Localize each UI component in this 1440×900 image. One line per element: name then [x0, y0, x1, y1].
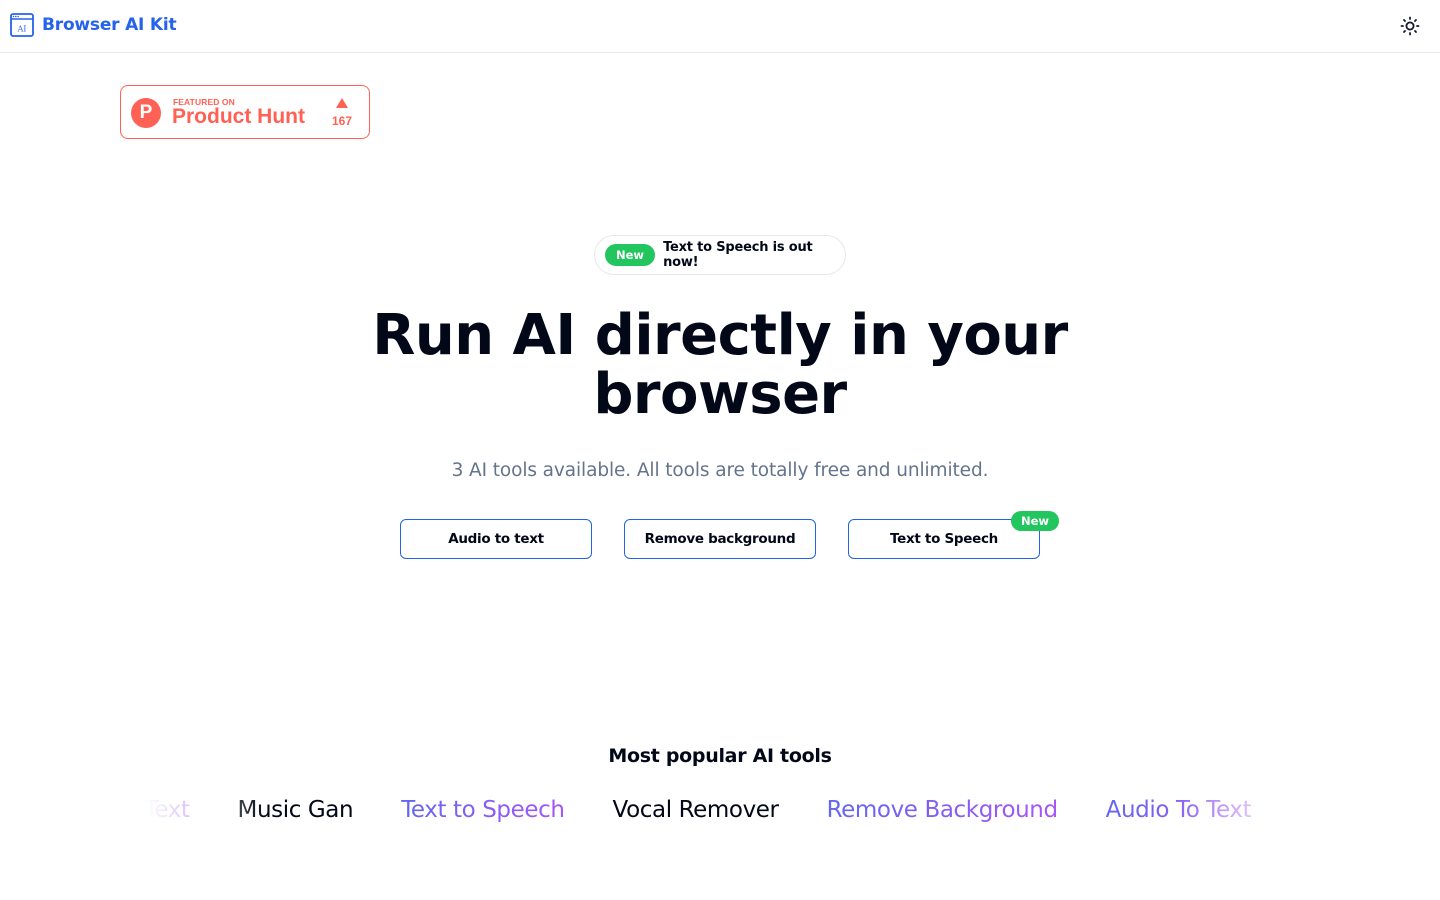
- popular-tool-vocal-remover[interactable]: Vocal Remover: [613, 792, 779, 828]
- product-hunt-logo-icon: P: [131, 98, 161, 128]
- svg-text:AI: AI: [17, 25, 27, 34]
- announcement-pill[interactable]: New Text to Speech is out now!: [594, 235, 846, 275]
- remove-background-button[interactable]: Remove background: [624, 519, 816, 559]
- hero-title: Run AI directly in your browser: [372, 303, 1068, 427]
- popular-tools-heading: Most popular AI tools: [608, 745, 832, 767]
- ai-window-icon: AI: [10, 13, 34, 37]
- top-navbar: AI Browser AI Kit: [0, 0, 1440, 53]
- popular-tool-audio-to-text-repeat[interactable]: Audio To Text: [1106, 792, 1252, 828]
- audio-to-text-button[interactable]: Audio to text: [400, 519, 592, 559]
- brand-logo-link[interactable]: AI Browser AI Kit: [10, 13, 177, 37]
- popular-tool-remove-background[interactable]: Remove Background: [827, 792, 1058, 828]
- sun-icon[interactable]: [1400, 16, 1420, 36]
- popular-tool-music-gan[interactable]: Music Gan: [238, 792, 354, 828]
- popular-tool-text-to-speech[interactable]: Text to Speech: [401, 792, 565, 828]
- product-hunt-badge[interactable]: P FEATURED ON Product Hunt 167: [120, 85, 370, 139]
- ph-upvote-count: 167: [331, 114, 353, 128]
- brand-name: Browser AI Kit: [42, 15, 177, 35]
- ph-name: Product Hunt: [172, 105, 305, 128]
- tts-new-badge: New: [1011, 511, 1060, 531]
- triangle-up-icon: [336, 98, 348, 108]
- new-badge: New: [605, 244, 656, 266]
- hero-subtitle: 3 AI tools available. All tools are tota…: [451, 460, 989, 481]
- announcement-text: Text to Speech is out now!: [663, 240, 813, 270]
- popular-tools-marquee: Audio To Text Music Gan Text to Speech V…: [146, 792, 1296, 832]
- marquee-track: Audio To Text Music Gan Text to Speech V…: [146, 792, 1252, 828]
- popular-tool-audio-to-text[interactable]: Audio To Text: [146, 792, 190, 828]
